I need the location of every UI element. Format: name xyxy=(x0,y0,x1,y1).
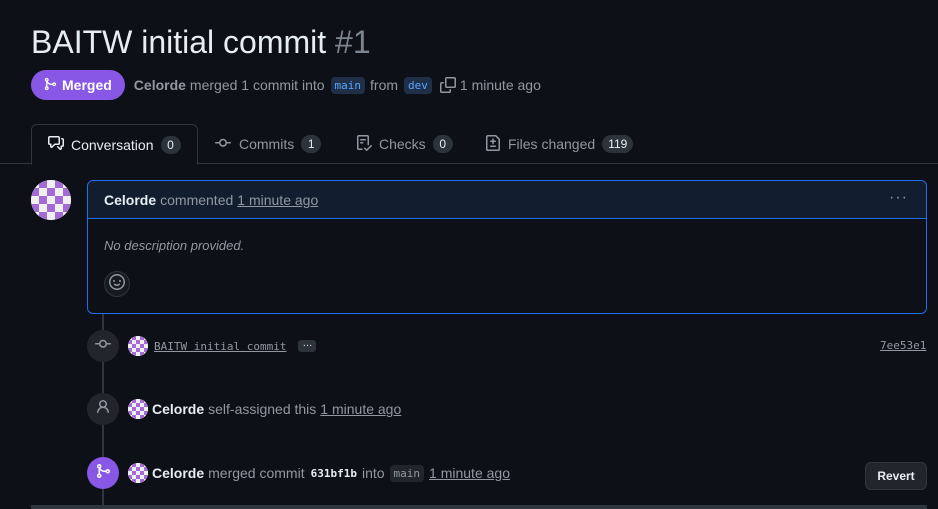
pr-meta-row: Merged Celorde merged 1 commit into main… xyxy=(31,70,541,100)
section-divider xyxy=(31,505,927,509)
merge-commit-sha-link[interactable]: 631bf1b xyxy=(311,467,357,480)
tab-conversation-count: 0 xyxy=(160,135,181,154)
add-reaction-button[interactable] xyxy=(104,271,130,297)
tab-conversation[interactable]: Conversation 0 xyxy=(31,124,198,165)
pr-number: #1 xyxy=(335,24,371,60)
merge-branch-label[interactable]: main xyxy=(389,464,425,482)
base-branch-label[interactable]: main xyxy=(330,76,366,94)
merge-time-link[interactable]: 1 minute ago xyxy=(429,465,510,481)
commit-sha-link[interactable]: 7ee53e1 xyxy=(880,339,926,352)
comment-header: Celorde commented 1 minute ago xyxy=(88,181,926,219)
comment-action: commented xyxy=(160,191,234,208)
avatar[interactable] xyxy=(31,180,71,220)
avatar[interactable] xyxy=(128,463,148,483)
tab-checks[interactable]: Checks 0 xyxy=(356,124,453,164)
avatar[interactable] xyxy=(128,336,148,356)
tab-commits-count: 1 xyxy=(301,135,322,153)
assign-time-link[interactable]: 1 minute ago xyxy=(320,401,401,417)
comment-discussion-icon xyxy=(48,135,64,154)
tab-files-changed[interactable]: Files changed 119 xyxy=(485,124,634,164)
tab-checks-label: Checks xyxy=(379,136,426,152)
commit-badge xyxy=(87,330,119,362)
commit-row: BAITW initial commit … xyxy=(128,336,317,356)
pr-time: 1 minute ago xyxy=(459,77,541,93)
merge-row: Celorde merged commit 631bf1b into main … xyxy=(128,463,510,483)
tab-files-changed-label: Files changed xyxy=(508,136,596,152)
tab-commits[interactable]: Commits 1 xyxy=(214,124,322,164)
git-merge-icon xyxy=(95,463,111,484)
merge-into-text: into xyxy=(361,465,385,481)
tab-conversation-label: Conversation xyxy=(71,136,154,153)
pr-author-link[interactable]: Celorde xyxy=(134,77,186,93)
avatar[interactable] xyxy=(128,399,148,419)
comment-time-link[interactable]: 1 minute ago xyxy=(237,192,318,208)
comment-box: Celorde commented 1 minute ago ··· No de… xyxy=(87,180,927,314)
commit-message-link[interactable]: BAITW initial commit xyxy=(154,340,286,353)
git-commit-icon xyxy=(214,135,232,154)
tab-commits-label: Commits xyxy=(239,136,295,152)
merge-badge xyxy=(87,457,119,489)
pr-tabs: Conversation 0 Commits 1 Checks 0 Files … xyxy=(0,124,938,165)
kebab-menu-icon[interactable]: ··· xyxy=(889,189,908,207)
merged-state-label: Merged xyxy=(62,77,112,93)
merge-author-link[interactable]: Celorde xyxy=(152,465,204,481)
file-diff-icon xyxy=(485,134,501,154)
assign-action: self-assigned this xyxy=(208,401,317,417)
merged-state-badge: Merged xyxy=(31,70,125,100)
comment-author-link[interactable]: Celorde xyxy=(104,192,156,208)
comment-body: No description provided. xyxy=(104,238,245,253)
pr-merged-text: merged 1 commit into xyxy=(189,77,325,93)
person-icon xyxy=(95,399,111,420)
git-commit-icon xyxy=(95,336,111,357)
commit-expand-button[interactable]: … xyxy=(298,339,317,352)
pr-from-text: from xyxy=(370,77,399,93)
git-merge-icon xyxy=(43,77,57,94)
assign-author-link[interactable]: Celorde xyxy=(152,401,204,417)
tab-checks-count: 0 xyxy=(432,135,453,153)
copy-icon[interactable] xyxy=(439,77,456,93)
tab-files-changed-count: 119 xyxy=(602,135,634,153)
smiley-icon xyxy=(109,273,125,295)
revert-button[interactable]: Revert xyxy=(865,462,927,490)
pr-title: BAITW initial commit #1 xyxy=(31,24,371,61)
merge-action: merged commit xyxy=(208,465,305,481)
checklist-icon xyxy=(356,134,373,154)
head-branch-label[interactable]: dev xyxy=(404,76,432,94)
assign-row: Celorde self-assigned this 1 minute ago xyxy=(128,399,401,419)
assign-badge xyxy=(87,393,119,425)
pr-title-text: BAITW initial commit xyxy=(31,24,327,60)
